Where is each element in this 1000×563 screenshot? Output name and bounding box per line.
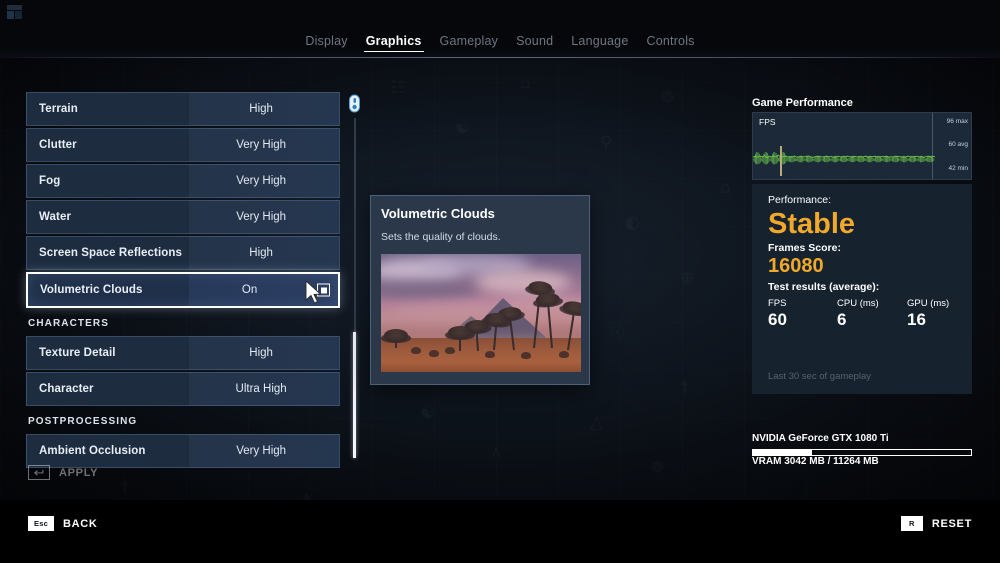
back-button-label: BACK — [63, 517, 98, 530]
mouse-scroll-icon — [347, 94, 362, 113]
top-bar-divider — [0, 57, 1000, 58]
game-settings-screen: ☷ ☯ ⌂ ⚲ ☸ ⋀ ☉ ◐ ⊕ ▲ ◻ ☉ ☨ ☯ ∧ △ ☸ ⚲ △ ⌂ … — [0, 0, 1000, 563]
setting-value: High — [249, 347, 273, 359]
vram-usage-bar — [752, 449, 972, 456]
performance-results-card: Performance: Stable Frames Score: 16080 … — [752, 184, 972, 394]
reset-button[interactable]: R RESET — [900, 516, 972, 531]
stat-gpu-ms: GPU (ms) 16 — [907, 298, 949, 330]
vram-usage-text: VRAM 3042 MB / 11264 MB — [752, 456, 879, 467]
setting-row-clutter[interactable]: Clutter Very High — [26, 128, 340, 162]
setting-label: Terrain — [39, 103, 78, 115]
performance-footnote: Last 30 sec of gameplay — [768, 371, 871, 382]
tooltip-title: Volumetric Clouds — [381, 206, 495, 221]
esc-key-icon: Esc — [28, 516, 54, 531]
setting-row-volumetric-clouds[interactable]: Volumetric Clouds On — [26, 272, 340, 308]
gpu-name: NVIDIA GeForce GTX 1080 Ti — [752, 433, 889, 444]
setting-label: Water — [39, 211, 72, 223]
tab-graphics[interactable]: Graphics — [363, 34, 424, 52]
stat-label: FPS — [768, 298, 787, 309]
setting-row-ambient-occlusion[interactable]: Ambient Occlusion Very High — [26, 434, 340, 468]
volumetric-clouds-checkbox[interactable] — [317, 283, 330, 297]
stat-value: 6 — [837, 310, 847, 329]
apply-button[interactable]: APPLY — [28, 465, 98, 480]
test-results-label: Test results (average): — [768, 281, 880, 293]
settings-scrollbar[interactable] — [347, 94, 362, 458]
stat-value: 60 — [768, 310, 787, 329]
tab-display[interactable]: Display — [305, 34, 347, 52]
fps-graph: FPS 96 max 60 avg 42 min — [752, 112, 972, 180]
section-header-postprocessing: POSTPROCESSING — [28, 415, 138, 427]
setting-label: Volumetric Clouds — [40, 284, 143, 296]
tab-controls[interactable]: Controls — [646, 34, 694, 52]
settings-tabs[interactable]: Display Graphics Gameplay Sound Language… — [0, 34, 1000, 52]
setting-label: Character — [39, 383, 94, 395]
tooltip-preview-image — [381, 254, 581, 372]
performance-value: Stable — [768, 208, 856, 240]
bottom-bar — [0, 500, 1000, 563]
setting-value: On — [241, 284, 258, 296]
setting-label: Ambient Occlusion — [39, 445, 146, 457]
setting-label: Screen Space Reflections — [39, 247, 183, 259]
back-button[interactable]: Esc BACK — [28, 516, 98, 531]
tab-gameplay[interactable]: Gameplay — [440, 34, 499, 52]
setting-label: Texture Detail — [39, 347, 116, 359]
setting-row-screen-space-reflections[interactable]: Screen Space Reflections High — [26, 236, 340, 270]
stat-cpu-ms: CPU (ms) 6 — [837, 298, 879, 330]
setting-value: High — [249, 103, 273, 115]
section-header-characters: CHARACTERS — [28, 317, 109, 329]
stat-label: CPU (ms) — [837, 298, 879, 309]
fps-axis-max-label: 96 max — [946, 118, 968, 125]
tab-language[interactable]: Language — [571, 34, 628, 52]
app-badge-icon — [6, 4, 23, 21]
frames-score-label: Frames Score: — [768, 242, 841, 254]
setting-label: Fog — [39, 175, 61, 187]
setting-tooltip: Volumetric Clouds Sets the quality of cl… — [370, 195, 590, 385]
setting-value: Very High — [236, 139, 287, 151]
setting-row-texture-detail[interactable]: Texture Detail High — [26, 336, 340, 370]
tooltip-description: Sets the quality of clouds. — [381, 231, 501, 243]
frames-score-value: 16080 — [768, 255, 824, 277]
tab-sound[interactable]: Sound — [516, 34, 553, 52]
settings-list: Terrain High Clutter Very High Fog Very … — [26, 92, 340, 468]
setting-value: Very High — [236, 175, 287, 187]
fps-axis-avg-label: 60 avg — [948, 141, 968, 148]
fps-axis-min-label: 42 min — [948, 165, 968, 172]
stat-value: 16 — [907, 310, 926, 329]
setting-row-fog[interactable]: Fog Very High — [26, 164, 340, 198]
performance-panel-title: Game Performance — [752, 97, 853, 109]
setting-label: Clutter — [39, 139, 77, 151]
apply-button-label: APPLY — [59, 466, 99, 479]
performance-label: Performance: — [768, 194, 832, 206]
reset-button-label: RESET — [931, 517, 972, 530]
setting-value: High — [249, 247, 273, 259]
enter-key-icon — [28, 465, 50, 480]
setting-value: Ultra High — [235, 383, 287, 395]
setting-row-terrain[interactable]: Terrain High — [26, 92, 340, 126]
top-bar: Display Graphics Gameplay Sound Language… — [0, 0, 1000, 58]
setting-value: Very High — [236, 445, 287, 457]
stat-label: GPU (ms) — [907, 298, 950, 309]
fps-graph-marker — [780, 146, 782, 176]
stat-fps: FPS 60 — [768, 298, 787, 330]
vram-usage-fill — [753, 450, 812, 455]
r-key-icon: R — [900, 516, 923, 531]
setting-row-character[interactable]: Character Ultra High — [26, 372, 340, 406]
setting-row-water[interactable]: Water Very High — [26, 200, 340, 234]
setting-value: Very High — [236, 211, 287, 223]
scrollbar-thumb[interactable] — [353, 332, 356, 458]
